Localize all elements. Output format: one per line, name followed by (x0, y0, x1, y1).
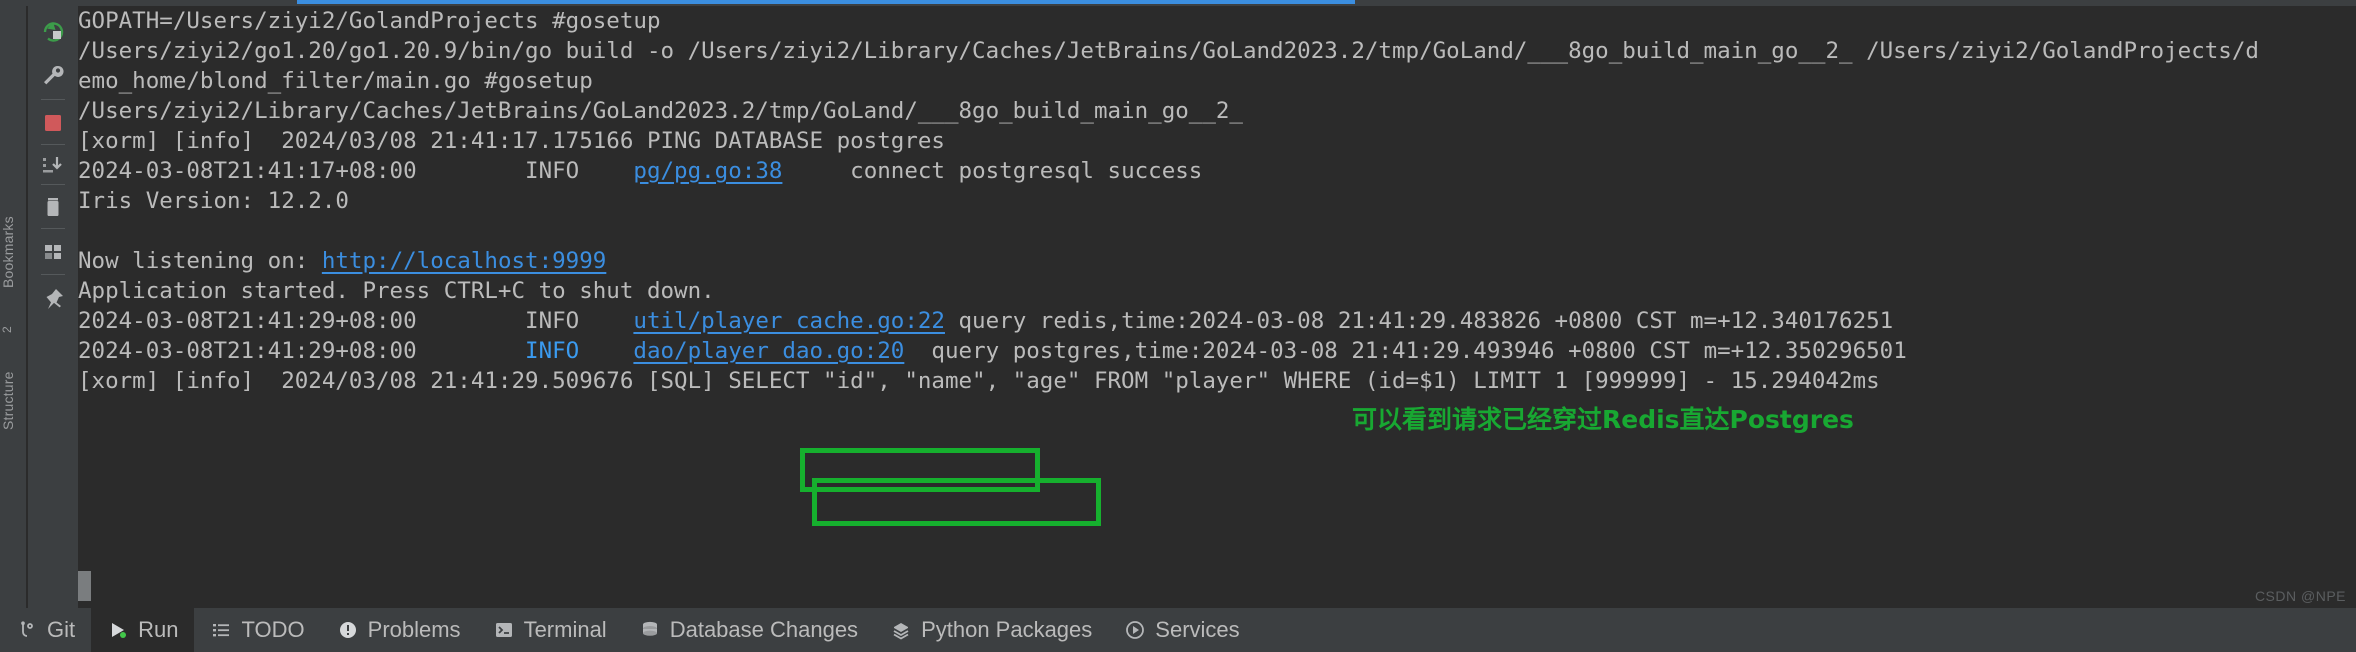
console-action-gutter (28, 6, 78, 608)
console-line: [xorm] [info] 2024/03/08 21:41:29.509676… (78, 366, 1880, 396)
stop-icon[interactable] (28, 106, 78, 140)
console-line: /Users/ziyi2/go1.20/go1.20.9/bin/go buil… (78, 36, 2259, 66)
tab-services[interactable]: Services (1108, 608, 1255, 652)
console-line: emo_home/blond_filter/main.go #gosetup (78, 66, 593, 96)
run-play-icon (107, 619, 129, 641)
gutter-divider-4 (41, 228, 65, 229)
layout-icon[interactable] (28, 235, 78, 269)
console-line-text: /Users/ziyi2/go1.20/go1.20.9/bin/go buil… (78, 38, 2259, 64)
terminal-icon (493, 619, 515, 641)
listening-label: Now listening on: (78, 248, 322, 274)
tab-database-changes-label: Database Changes (669, 617, 859, 642)
gutter-divider-1 (41, 99, 65, 100)
log-level-highlighted: INFO (525, 338, 580, 364)
tab-todo[interactable]: TODO (194, 608, 320, 652)
tab-database-changes[interactable]: Database Changes (623, 608, 874, 652)
source-link-pg-go[interactable]: pg/pg.go:38 (633, 158, 782, 184)
tool-window-bar: Git Run TODO Problems Terminal Database … (0, 608, 2356, 652)
console-line-text: emo_home/blond_filter/main.go #gosetup (78, 68, 593, 94)
tab-run-label: Run (138, 617, 179, 642)
console-line: Iris Version: 12.2.0 (78, 186, 349, 216)
console-line: Now listening on: http://localhost:9999 (78, 246, 606, 276)
log-time-field: time:2024-03-08 21:41:29.493946 +0800 CS… (1134, 338, 1907, 364)
console-caret (78, 571, 91, 601)
annotation-note-green: 可以看到请求已经穿过Redis直达Postgres (1352, 405, 1854, 434)
log-level: INFO (416, 308, 634, 334)
log-timestamp: 2024-03-08T21:41:29+08:00 (78, 308, 417, 334)
console-line-text: [xorm] [info] 2024/03/08 21:41:29.509676… (78, 368, 1880, 394)
console-line: 2024-03-08T21:41:29+08:00 INFO util/play… (78, 306, 1893, 336)
console-line-text: Iris Version: 12.2.0 (78, 188, 349, 214)
left-tool-rail: Bookmarks 2 Structure (0, 6, 27, 608)
console-line-text: Application started. Press CTRL+C to shu… (78, 278, 715, 304)
tab-python-packages[interactable]: Python Packages (874, 608, 1108, 652)
tab-problems-label: Problems (367, 617, 461, 642)
problems-warning-icon (337, 619, 359, 641)
log-message: connect postgresql success (782, 158, 1203, 184)
log-timestamp: 2024-03-08T21:41:17+08:00 (78, 158, 417, 184)
wrench-icon[interactable] (28, 58, 78, 92)
log-message-query-redis: query redis, (944, 308, 1122, 334)
console-line-text: GOPATH=/Users/ziyi2/GolandProjects #gose… (78, 8, 661, 34)
tab-terminal[interactable]: Terminal (477, 608, 623, 652)
console-line: [xorm] [info] 2024/03/08 21:41:17.175166… (78, 126, 945, 156)
trash-icon[interactable] (28, 190, 78, 224)
console-line: GOPATH=/Users/ziyi2/GolandProjects #gose… (78, 6, 660, 36)
log-level: INFO (416, 158, 634, 184)
log-gap (579, 338, 633, 364)
active-tab-underline (297, 0, 1355, 4)
console-line-text: /Users/ziyi2/Library/Caches/JetBrains/Go… (78, 98, 1243, 124)
tab-terminal-label: Terminal (523, 617, 607, 642)
log-gap (417, 338, 525, 364)
console-line: /Users/ziyi2/Library/Caches/JetBrains/Go… (78, 96, 1243, 126)
tab-git-label: Git (47, 617, 76, 642)
rerun-icon[interactable] (28, 14, 78, 48)
log-timestamp: 2024-03-08T21:41:29+08:00 (78, 338, 417, 364)
log-message-query-postgres: query postgres, (904, 338, 1135, 364)
console-line: 2024-03-08T21:41:17+08:00 INFO pg/pg.go:… (78, 156, 1202, 186)
pin-icon[interactable] (28, 282, 78, 316)
tab-services-label: Services (1155, 617, 1240, 642)
console-line-text: [xorm] [info] 2024/03/08 21:41:17.175166… (78, 128, 945, 154)
localhost-url-link[interactable]: http://localhost:9999 (322, 248, 606, 274)
rail-label-structure[interactable]: Structure (0, 346, 27, 456)
tab-python-packages-label: Python Packages (921, 617, 1093, 642)
source-link-player-dao-go[interactable]: dao/player_dao.go:20 (633, 338, 904, 364)
log-time-field: time:2024-03-08 21:41:29.483826 +0800 CS… (1121, 308, 1894, 334)
services-icon (1124, 619, 1146, 641)
todo-list-icon (210, 619, 232, 641)
rail-label-bookmarks[interactable]: Bookmarks (0, 192, 27, 312)
goland-run-console-window: Bookmarks 2 Structure GOPATH=/Users/ziyi… (0, 0, 2356, 652)
tab-todo-label: TODO (241, 617, 305, 642)
tab-run[interactable]: Run (91, 608, 195, 652)
database-icon (639, 619, 661, 641)
gutter-divider-3 (41, 184, 65, 185)
rail-label-two: 2 (0, 326, 14, 334)
git-branch-icon (16, 619, 38, 641)
gutter-divider-5 (41, 274, 65, 275)
tab-problems[interactable]: Problems (321, 608, 477, 652)
console-line: 2024-03-08T21:41:29+08:00 INFO dao/playe… (78, 336, 1907, 366)
run-console-output[interactable]: GOPATH=/Users/ziyi2/GolandProjects #gose… (78, 6, 2356, 608)
console-line: Application started. Press CTRL+C to shu… (78, 276, 715, 306)
python-packages-icon (890, 619, 912, 641)
watermark-text: CSDN @NPE (2254, 588, 2346, 604)
gutter-divider-2 (41, 144, 65, 145)
scroll-to-end-icon[interactable] (28, 149, 78, 183)
source-link-player-cache-go[interactable]: util/player_cache.go:22 (633, 308, 945, 334)
tab-git[interactable]: Git (0, 608, 91, 652)
